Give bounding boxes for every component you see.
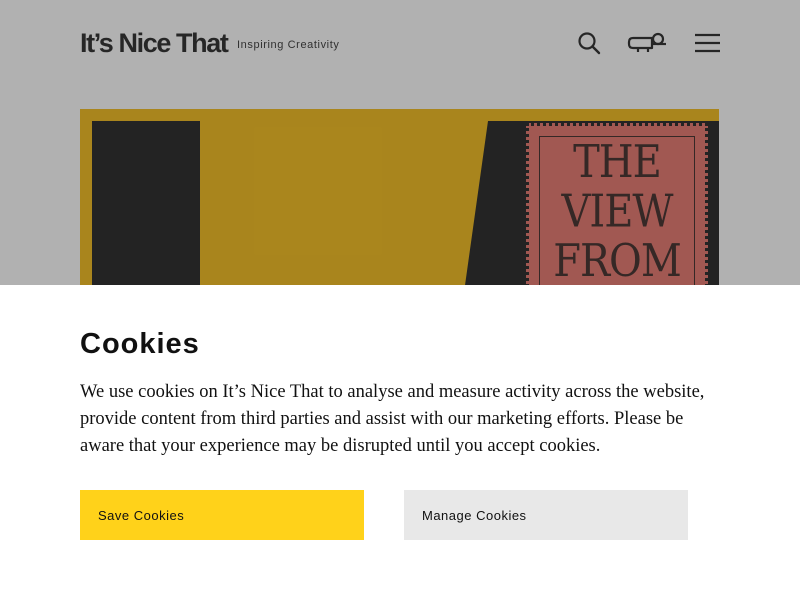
save-cookies-button[interactable]: Save Cookies	[80, 490, 364, 540]
cookie-body-text: We use cookies on It’s Nice That to anal…	[80, 382, 705, 456]
cookie-banner: Cookies We use cookies on It’s Nice That…	[0, 285, 800, 600]
manage-cookies-button[interactable]: Manage Cookies	[404, 490, 688, 540]
cookie-title: Cookies	[80, 328, 200, 360]
